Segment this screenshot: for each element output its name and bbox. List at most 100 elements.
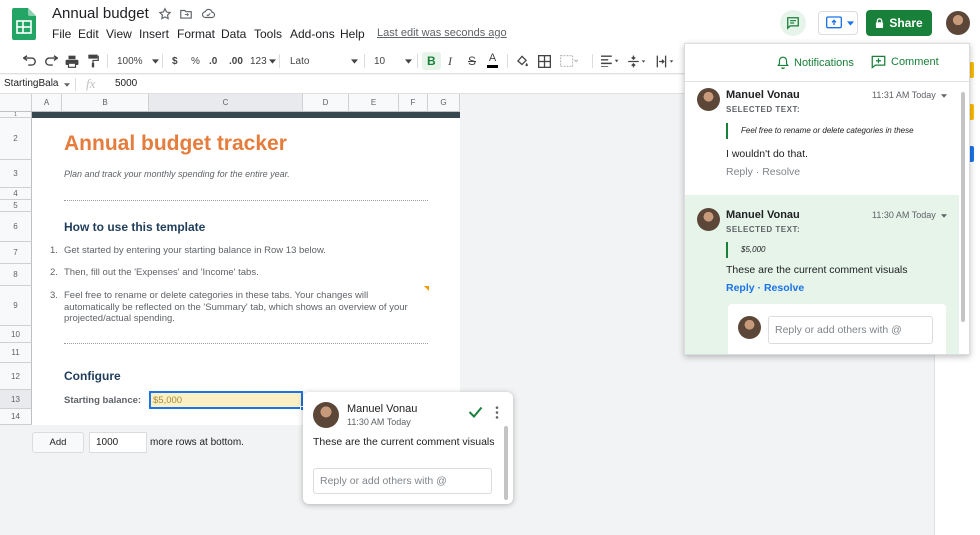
menu-file[interactable]: File xyxy=(52,27,71,41)
italic-icon[interactable]: I xyxy=(448,53,452,69)
comment-history-button[interactable] xyxy=(780,10,806,36)
menu-data[interactable]: Data xyxy=(221,27,246,41)
row-header-10[interactable]: 10 xyxy=(0,326,32,343)
menu-insert[interactable]: Insert xyxy=(139,27,169,41)
menu-format[interactable]: Format xyxy=(177,27,215,41)
add-comment-button[interactable]: Comment xyxy=(871,55,939,69)
reply-input[interactable]: Reply or add others with @ xyxy=(313,468,492,494)
text-color-icon: A xyxy=(488,52,497,64)
text-color-button[interactable]: A xyxy=(487,53,498,69)
comment-indicator[interactable] xyxy=(424,286,429,291)
paint-format-icon[interactable] xyxy=(87,53,99,69)
chevron-down-icon[interactable] xyxy=(941,214,947,218)
add-rows-button[interactable]: Add xyxy=(32,432,84,453)
redo-icon[interactable] xyxy=(44,53,58,69)
document-title[interactable]: Annual budget xyxy=(52,5,149,22)
row-header-13[interactable]: 13 xyxy=(0,390,32,409)
row-header-14[interactable]: 14 xyxy=(0,409,32,425)
row-header-4[interactable]: 4 xyxy=(0,188,32,200)
popup-scrollbar[interactable] xyxy=(504,426,508,500)
move-folder-icon[interactable] xyxy=(179,7,195,23)
reply-link[interactable]: Reply xyxy=(726,166,753,178)
merge-cells-icon[interactable] xyxy=(560,53,578,69)
toolbar-divider xyxy=(279,54,280,68)
chevron-down-icon xyxy=(268,58,276,64)
row-header-9[interactable]: 9 xyxy=(0,286,32,326)
zoom-select[interactable]: 100% xyxy=(117,53,159,69)
column-header-f[interactable]: F xyxy=(399,94,428,112)
vertical-align-icon[interactable] xyxy=(627,53,647,69)
step-text: Feel free to rename or delete categories… xyxy=(64,290,408,324)
column-header-a[interactable]: A xyxy=(32,94,62,112)
bold-icon: B xyxy=(427,54,436,68)
menu-help[interactable]: Help xyxy=(340,27,365,41)
row-header-11[interactable]: 11 xyxy=(0,343,32,363)
print-icon[interactable] xyxy=(65,53,79,69)
select-all-corner[interactable] xyxy=(0,94,32,112)
column-header-c[interactable]: C xyxy=(149,94,303,112)
sheet-grid[interactable]: Annual budget tracker Plan and track you… xyxy=(32,112,460,425)
comment-thread[interactable]: Manuel Vonau 11:31 AM Today SELECTED TEX… xyxy=(685,82,959,195)
add-rows-count-input[interactable]: 1000 xyxy=(89,432,147,453)
formula-input[interactable]: 5000 xyxy=(115,78,137,89)
column-header-g[interactable]: G xyxy=(428,94,460,112)
strikethrough-icon[interactable]: S xyxy=(468,53,476,69)
comment-thread-active[interactable]: Manuel Vonau 11:30 AM Today SELECTED TEX… xyxy=(685,195,959,354)
cloud-status-icon[interactable] xyxy=(201,7,217,23)
increase-decimal-button[interactable]: .00 xyxy=(229,53,243,69)
font-size-select[interactable]: 10 xyxy=(374,53,412,69)
undo-icon[interactable] xyxy=(23,53,37,69)
more-formats-button[interactable]: 123 xyxy=(250,53,276,69)
star-icon[interactable] xyxy=(158,7,174,23)
fill-color-icon[interactable] xyxy=(515,53,529,69)
menu-edit[interactable]: Edit xyxy=(78,27,99,41)
chevron-down-icon[interactable] xyxy=(941,94,947,98)
more-options-icon[interactable] xyxy=(495,406,499,419)
chevron-down-icon xyxy=(351,59,358,64)
resolve-check-icon[interactable] xyxy=(468,406,483,418)
row-header-6[interactable]: 6 xyxy=(0,212,32,242)
column-header-d[interactable]: D xyxy=(303,94,349,112)
toolbar-divider xyxy=(417,54,418,68)
comment-time: 11:30 AM Today xyxy=(872,210,936,220)
menu-addons[interactable]: Add-ons xyxy=(290,27,335,41)
reply-link[interactable]: Reply xyxy=(726,282,755,294)
last-edit-link[interactable]: Last edit was seconds ago xyxy=(377,27,507,39)
avatar xyxy=(697,208,720,231)
resolve-link[interactable]: Resolve xyxy=(762,166,800,178)
column-header-b[interactable]: B xyxy=(62,94,149,112)
currency-format-button[interactable]: $ xyxy=(172,53,178,69)
chevron-down-icon[interactable] xyxy=(64,83,70,87)
share-button[interactable]: Share xyxy=(866,10,932,36)
present-button[interactable] xyxy=(818,11,858,35)
row-header-12[interactable]: 12 xyxy=(0,363,32,390)
menu-tools[interactable]: Tools xyxy=(254,27,282,41)
reply-input[interactable]: Reply or add others with @ xyxy=(768,316,933,344)
percent-format-button[interactable]: % xyxy=(191,53,200,69)
fx-icon: fx xyxy=(86,76,96,91)
resolve-link[interactable]: Resolve xyxy=(764,282,804,294)
comment-author: Manuel Vonau xyxy=(347,403,418,415)
menu-view[interactable]: View xyxy=(106,27,132,41)
lock-icon xyxy=(875,18,884,28)
row-header-5[interactable]: 5 xyxy=(0,200,32,212)
account-avatar[interactable] xyxy=(946,11,970,35)
starting-balance-cell[interactable]: $5,000 xyxy=(149,391,303,409)
panel-scrollbar[interactable] xyxy=(961,92,965,322)
bold-button[interactable]: B xyxy=(422,52,441,70)
decrease-decimal-button[interactable]: .0 xyxy=(209,53,217,69)
font-select[interactable]: Lato xyxy=(290,53,358,69)
name-box[interactable]: StartingBala xyxy=(4,78,58,89)
text-wrapping-icon[interactable] xyxy=(655,53,675,69)
notifications-button[interactable]: Notifications xyxy=(777,56,854,69)
horizontal-align-icon[interactable] xyxy=(600,53,620,69)
row-header-2[interactable]: 2 xyxy=(0,118,32,160)
borders-icon[interactable] xyxy=(538,53,551,69)
row-header-7[interactable]: 7 xyxy=(0,242,32,264)
column-header-e[interactable]: E xyxy=(349,94,399,112)
comment-text: I wouldn't do that. xyxy=(726,148,808,160)
row-header-3[interactable]: 3 xyxy=(0,160,32,188)
toolbar-divider xyxy=(592,54,593,68)
row-header-8[interactable]: 8 xyxy=(0,264,32,286)
sheets-logo-icon[interactable] xyxy=(12,8,36,40)
